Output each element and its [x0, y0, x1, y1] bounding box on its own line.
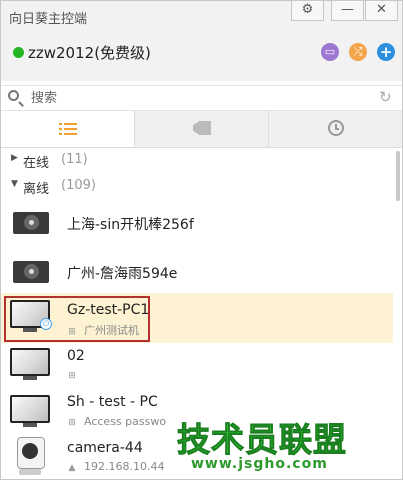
device-remark: ⊞ Access passwo: [67, 415, 166, 428]
tab-history[interactable]: [269, 111, 402, 147]
gear-icon: ⚙: [301, 2, 314, 17]
refresh-icon[interactable]: ↻: [379, 88, 392, 106]
device-name: 02: [67, 348, 85, 364]
scrollbar[interactable]: [396, 151, 400, 201]
list-item[interactable]: 上海-sin开机棒256f: [1, 206, 393, 240]
group-label: 离线: [23, 182, 50, 197]
account-name[interactable]: zzw2012(免费级): [28, 42, 151, 63]
device-name: 上海-sin开机棒256f: [67, 217, 194, 233]
monitor-icon[interactable]: ▭: [321, 43, 339, 61]
highlight-box: [4, 296, 150, 342]
tab-bar: [1, 111, 402, 148]
device-name: 广州-詹海雨594e: [67, 266, 178, 282]
settings-button[interactable]: ⚙: [291, 1, 324, 21]
linux-icon: ▲: [68, 463, 76, 473]
group-offline[interactable]: ▼ 离线 (109): [1, 177, 393, 197]
collapsed-arrow-icon: ▶: [11, 153, 18, 163]
tag-icon: [193, 121, 211, 135]
list-icon: [59, 122, 77, 136]
tab-tags[interactable]: [135, 111, 269, 147]
boot-stick-icon: [13, 261, 49, 283]
device-remark: ⊞: [67, 368, 84, 381]
close-icon: ✕: [376, 2, 387, 17]
history-clock-icon: [328, 120, 344, 136]
minimize-icon: —: [341, 2, 354, 17]
list-item[interactable]: 广州-詹海雨594e: [1, 255, 393, 289]
list-item[interactable]: 02 ⊞: [1, 344, 393, 390]
windows-icon: ⊞: [68, 418, 76, 428]
account-header: zzw2012(免费级) ▭ ⤮ +: [1, 31, 402, 81]
device-remark-text: 192.168.10.44: [84, 460, 165, 473]
search-input[interactable]: [29, 88, 373, 108]
pc-monitor-icon: [10, 395, 50, 429]
camera-icon: [15, 437, 45, 477]
device-name: Sh - test - PC: [67, 394, 158, 410]
watermark-title: 技术员联盟: [177, 420, 347, 460]
add-icon[interactable]: +: [377, 43, 395, 61]
group-count: (11): [61, 152, 88, 167]
device-remark-text: Access passwo: [84, 415, 167, 428]
expanded-arrow-icon: ▼: [11, 179, 18, 189]
pc-monitor-icon: [10, 348, 50, 382]
watermark-url: www.jsgho.com: [191, 456, 328, 472]
boot-stick-icon: [13, 212, 49, 234]
online-status-icon: [13, 47, 24, 58]
title-bar: 向日葵主控端 ⚙ — ✕: [1, 1, 402, 31]
group-count: (109): [61, 178, 96, 193]
watermark: 技术员联盟 www.jsgho.com: [177, 413, 397, 479]
close-button[interactable]: ✕: [365, 1, 398, 21]
group-online[interactable]: ▶ 在线 (11): [1, 151, 393, 171]
remote-connect-icon[interactable]: ⤮: [349, 43, 367, 61]
windows-icon: ⊞: [68, 371, 76, 381]
tab-device-list[interactable]: [1, 111, 135, 147]
search-bar: ↻: [1, 85, 402, 111]
minimize-button[interactable]: —: [331, 1, 364, 21]
device-name: camera-44: [67, 440, 143, 456]
app-title: 向日葵主控端: [9, 12, 88, 27]
device-remark: ▲ 192.168.10.44: [67, 460, 165, 473]
group-label: 在线: [23, 156, 50, 171]
search-icon: [8, 90, 19, 101]
